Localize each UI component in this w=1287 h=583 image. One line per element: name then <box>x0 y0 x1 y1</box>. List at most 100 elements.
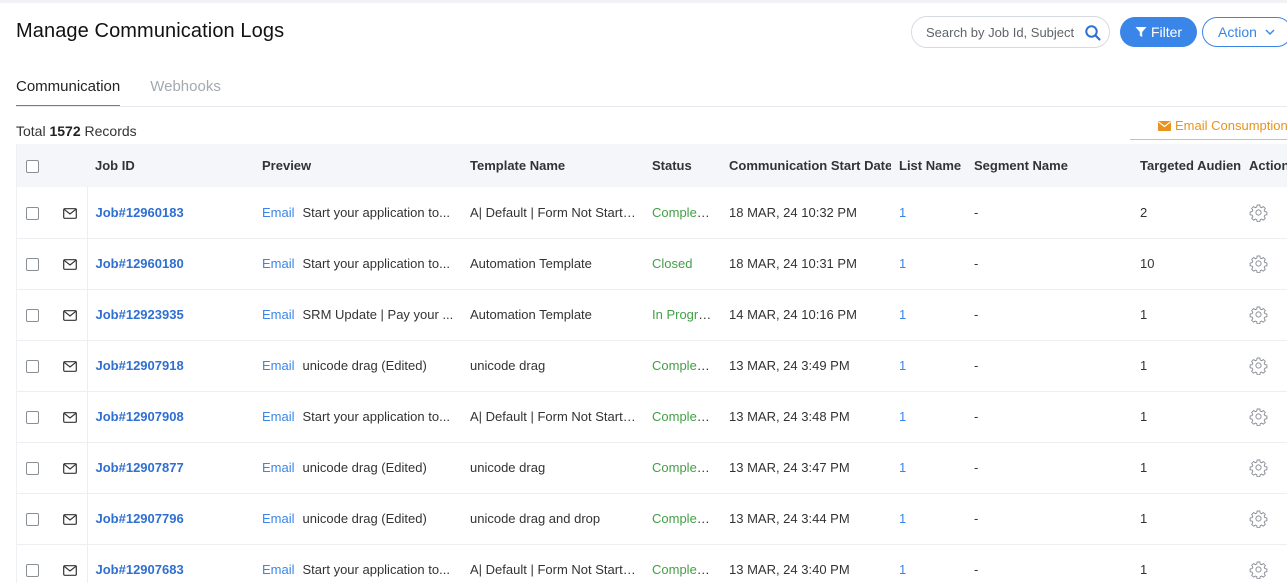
list-name-link[interactable]: 1 <box>899 511 906 526</box>
preview-text: unicode drag (Edited) <box>302 358 427 373</box>
top-border <box>0 0 1287 3</box>
row-checkbox[interactable] <box>26 513 39 527</box>
job-id-link[interactable]: Job#12907877 <box>96 460 184 475</box>
gear-icon[interactable] <box>1249 203 1268 222</box>
job-id-cell: Job#12907683 <box>87 544 254 583</box>
list-name-cell: 1 <box>891 493 966 544</box>
job-id-link[interactable]: Job#12923935 <box>96 307 184 322</box>
channel-link[interactable]: Email <box>262 205 295 220</box>
channel-link[interactable]: Email <box>262 307 295 322</box>
column-header-preview[interactable]: Preview <box>254 144 462 187</box>
total-records: Total 1572 Records <box>16 123 137 139</box>
preview-cell: Email Start your application to... <box>254 238 462 289</box>
template-name-cell: A| Default | Form Not Started <box>470 204 638 220</box>
job-id-link[interactable]: Job#12960183 <box>96 205 184 220</box>
status-cell: In Progress <box>644 289 721 340</box>
preview-cell: Email Start your application to... <box>254 187 462 238</box>
email-consumption-link[interactable]: Email Consumption <box>1158 118 1287 133</box>
channel-link[interactable]: Email <box>262 511 295 526</box>
list-name-link[interactable]: 1 <box>899 358 906 373</box>
list-name-link[interactable]: 1 <box>899 205 906 220</box>
row-checkbox[interactable] <box>26 258 39 272</box>
template-name-cell: unicode drag <box>470 460 546 475</box>
job-id-cell: Job#12960183 <box>87 187 254 238</box>
column-header-targeted-audience[interactable]: Targeted Audience <box>1132 144 1241 187</box>
job-id-link[interactable]: Job#12907683 <box>96 562 184 577</box>
gear-icon[interactable] <box>1249 458 1268 477</box>
filter-button[interactable]: Filter <box>1120 17 1197 47</box>
list-name-link[interactable]: 1 <box>899 562 906 577</box>
list-name-link[interactable]: 1 <box>899 256 906 271</box>
preview-cell: Email SRM Update | Pay your ... <box>254 289 462 340</box>
status-cell: Completed <box>644 391 721 442</box>
job-id-cell: Job#12923935 <box>87 289 254 340</box>
segment-name-cell: - <box>974 256 979 271</box>
job-id-link[interactable]: Job#12960180 <box>96 256 184 271</box>
mail-icon <box>63 565 77 576</box>
row-checkbox[interactable] <box>26 462 39 476</box>
total-suffix: Records <box>84 123 137 139</box>
row-select-cell <box>17 391 53 442</box>
gear-icon[interactable] <box>1249 407 1268 426</box>
column-header-template-name[interactable]: Template Name <box>462 144 644 187</box>
total-prefix: Total <box>16 123 46 139</box>
preview-text: unicode drag (Edited) <box>302 460 427 475</box>
row-select-cell <box>17 187 53 238</box>
gear-icon[interactable] <box>1249 509 1268 528</box>
column-header-list-name[interactable]: List Name <box>891 144 966 187</box>
channel-link[interactable]: Email <box>262 409 295 424</box>
mail-icon <box>63 207 77 219</box>
search-icon[interactable] <box>1084 24 1102 42</box>
channel-link[interactable]: Email <box>262 358 295 373</box>
channel-link[interactable]: Email <box>262 256 295 271</box>
gear-icon[interactable] <box>1249 356 1268 375</box>
start-date-cell: 13 MAR, 24 3:40 PM <box>729 562 850 577</box>
job-id-cell: Job#12907908 <box>87 391 254 442</box>
row-checkbox[interactable] <box>26 309 39 323</box>
template-name-cell: Automation Template <box>470 307 592 322</box>
row-checkbox[interactable] <box>26 360 39 374</box>
row-checkbox[interactable] <box>26 564 39 578</box>
list-name-link[interactable]: 1 <box>899 307 906 322</box>
select-all-checkbox[interactable] <box>26 160 39 174</box>
job-id-cell: Job#12907918 <box>87 340 254 391</box>
targeted-audience-cell: 10 <box>1140 256 1155 271</box>
column-header-segment-name[interactable]: Segment Name <box>966 144 1132 187</box>
gear-icon[interactable] <box>1249 560 1268 579</box>
status-cell: Completed <box>644 442 721 493</box>
gear-icon[interactable] <box>1249 305 1268 324</box>
action-cell <box>1241 187 1287 238</box>
job-id-link[interactable]: Job#12907908 <box>96 409 184 424</box>
column-header-status[interactable]: Status <box>644 144 721 187</box>
filter-icon <box>1135 27 1147 37</box>
preview-cell: Email unicode drag (Edited) <box>254 493 462 544</box>
preview-text: Start your application to... <box>302 204 450 220</box>
job-id-link[interactable]: Job#12907796 <box>96 511 184 526</box>
search-input[interactable] <box>926 23 1076 41</box>
channel-link[interactable]: Email <box>262 460 295 475</box>
gear-icon[interactable] <box>1249 254 1268 273</box>
tab-bar: Communication Webhooks <box>16 78 221 107</box>
start-date-cell: 14 MAR, 24 10:16 PM <box>729 307 857 322</box>
list-name-link[interactable]: 1 <box>899 460 906 475</box>
mail-icon <box>63 514 77 525</box>
list-name-link[interactable]: 1 <box>899 409 906 424</box>
column-header-job-id[interactable]: Job ID <box>87 144 254 187</box>
list-name-cell: 1 <box>891 187 966 238</box>
start-date-cell: 18 MAR, 24 10:32 PM <box>729 204 857 220</box>
action-cell <box>1241 391 1287 442</box>
template-name-cell: unicode drag and drop <box>470 511 601 526</box>
column-header-start-date[interactable]: Communication Start Date <box>721 144 891 187</box>
job-id-link[interactable]: Job#12907918 <box>96 358 184 373</box>
row-checkbox[interactable] <box>26 411 39 425</box>
tab-communication[interactable]: Communication <box>16 78 121 107</box>
search-box[interactable] <box>911 16 1110 48</box>
row-select-cell <box>17 493 53 544</box>
row-checkbox[interactable] <box>26 206 39 220</box>
status-cell: Completed <box>644 544 721 583</box>
channel-link[interactable]: Email <box>262 562 295 577</box>
targeted-audience-cell: 1 <box>1140 358 1148 373</box>
action-dropdown[interactable]: Action <box>1202 17 1287 47</box>
email-consumption-underline <box>1130 139 1287 140</box>
tab-webhooks[interactable]: Webhooks <box>150 78 221 107</box>
